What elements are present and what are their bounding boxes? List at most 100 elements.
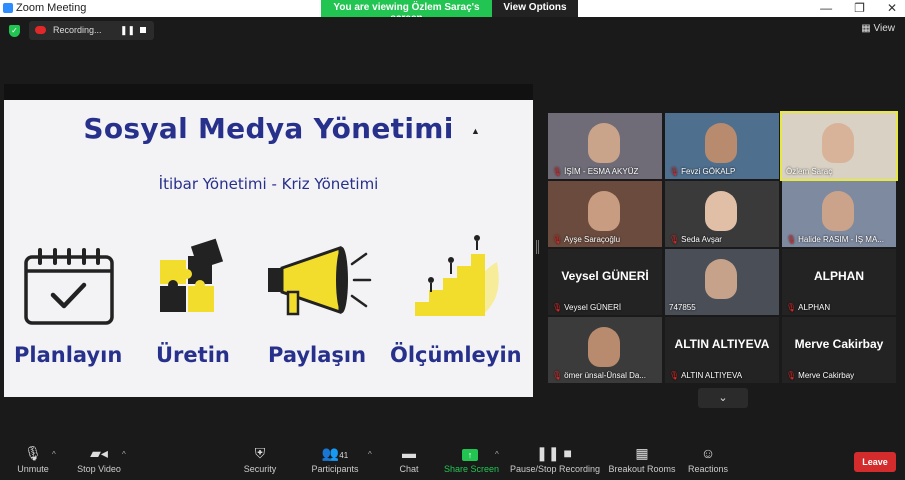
participant-display-name: ALTIN ALTIYEVA — [674, 337, 770, 351]
participant-name: 🎙 İŞİM - ESMA AKYÜZ — [552, 167, 639, 176]
audio-options-caret[interactable]: ^ — [52, 450, 56, 459]
calendar-check-icon — [24, 248, 114, 325]
unmute-button[interactable]: 🎙 Unmute — [14, 444, 52, 474]
mic-muted-icon: 🎙 — [24, 445, 42, 461]
mic-muted-icon: 🎙 — [786, 235, 797, 244]
participant-tile[interactable]: 🎙 Ayşe Saraçoğlu — [548, 181, 662, 247]
mic-muted-icon: 🎙 — [669, 235, 680, 244]
close-button[interactable]: ✕ — [887, 0, 897, 17]
window-title: Zoom Meeting — [16, 2, 87, 14]
participant-face — [705, 123, 737, 163]
mic-muted-icon: 🎙 — [669, 167, 680, 176]
pause-stop-icon: ❚❚ ■ — [536, 445, 572, 461]
participant-face — [705, 259, 737, 299]
pause-recording-icon[interactable]: ❚❚ — [120, 25, 135, 36]
participants-label: Participants — [311, 464, 359, 474]
unmute-label: Unmute — [17, 464, 49, 474]
slide-label-share: Paylaşın — [268, 343, 367, 367]
participant-name: 🎙 Seda Avşar — [669, 235, 722, 244]
mic-muted-icon: 🎙 — [552, 371, 563, 380]
participant-name: 🎙 ALPHAN — [786, 303, 831, 312]
share-screen-label: Share Screen — [444, 464, 500, 474]
zoom-app-icon — [3, 3, 13, 13]
view-layout-button[interactable]: ▦ View — [861, 23, 895, 34]
stop-video-label: Stop Video — [77, 464, 121, 474]
participant-tile[interactable]: 🎙 İŞİM - ESMA AKYÜZ — [548, 113, 662, 179]
slide-subtitle: İtibar Yönetimi - Kriz Yönetimi — [158, 175, 379, 193]
mic-muted-icon: 🎙 — [552, 235, 563, 244]
leave-button[interactable]: Leave — [854, 452, 896, 472]
presentation-slide: Sosyal Medya Yönetimi İtibar Yönetimi - … — [4, 100, 533, 397]
smiley-icon: ☺ — [700, 445, 716, 461]
participant-name: 🎙 Merve Cakirbay — [786, 371, 855, 380]
gallery-next-page-button[interactable]: ⌄ — [698, 388, 748, 408]
participants-options-caret[interactable]: ^ — [368, 450, 372, 459]
participant-tile[interactable]: 🎙 Fevzi GÖKALP — [665, 113, 779, 179]
chat-button[interactable]: ▬ Chat — [396, 444, 422, 474]
recording-label: Recording... — [53, 25, 102, 35]
window-controls: — ❐ ✕ — [820, 0, 897, 17]
pause-stop-recording-button[interactable]: ❚❚ ■ Pause/Stop Recording — [510, 444, 600, 474]
participant-tile[interactable]: 🎙 Seda Avşar — [665, 181, 779, 247]
participant-name: 🎙 Ayşe Saraçoğlu — [552, 235, 621, 244]
share-screen-button[interactable]: ↑ Share Screen — [444, 444, 500, 474]
share-screen-icon: ↑ — [462, 449, 478, 461]
mouse-cursor-icon: ▲ — [471, 126, 480, 136]
participant-tile[interactable]: ALTIN ALTIYEVA 🎙 ALTIN ALTIYEVA — [665, 317, 779, 383]
meeting-toolbar: 🎙 Unmute ^ ▰◂ Stop Video ^ ⛨ Security 👥4… — [0, 440, 905, 480]
encryption-shield-icon[interactable]: ✓ — [9, 25, 20, 37]
breakout-rooms-label: Breakout Rooms — [608, 464, 676, 474]
reactions-button[interactable]: ☺ Reactions — [688, 444, 728, 474]
participant-tile[interactable]: 747855 — [665, 249, 779, 315]
slide-label-produce: Üretin — [156, 343, 230, 367]
participant-face — [588, 191, 620, 231]
panel-splitter[interactable] — [536, 240, 539, 254]
participant-tile[interactable]: 🎙 ömer ünsal-Ünsal Da... — [548, 317, 662, 383]
participant-name: Özlem Saraç — [786, 167, 833, 176]
meeting-topbar: ✓ Recording... ❚❚ ▦ View — [0, 17, 905, 45]
participant-tile[interactable]: ALPHAN 🎙 ALPHAN — [782, 249, 896, 315]
security-button[interactable]: ⛨ Security — [242, 444, 278, 474]
participant-face — [588, 327, 620, 367]
participant-display-name: ALPHAN — [814, 269, 864, 283]
camera-icon: ▰◂ — [90, 445, 108, 461]
participant-face — [588, 123, 620, 163]
breakout-rooms-button[interactable]: ▦ Breakout Rooms — [608, 444, 676, 474]
participant-tile[interactable]: Merve Cakirbay 🎙 Merve Cakirbay — [782, 317, 896, 383]
reactions-label: Reactions — [688, 464, 729, 474]
cloud-record-icon — [35, 26, 46, 34]
share-banner: You are viewing Özlem Saraç's screen Vie… — [321, 0, 578, 24]
participant-display-name: Merve Cakirbay — [794, 337, 884, 351]
chat-label: Chat — [399, 464, 419, 474]
stop-recording-icon[interactable] — [140, 27, 146, 33]
mic-muted-icon: 🎙 — [669, 371, 680, 380]
participant-tile[interactable]: Veysel GÜNERİ 🎙 Veysel GÜNERİ — [548, 249, 662, 315]
minimize-button[interactable]: — — [820, 0, 832, 17]
mic-muted-icon: 🎙 — [552, 303, 563, 312]
participant-name: 🎙 ALTIN ALTIYEVA — [669, 371, 743, 380]
share-options-caret[interactable]: ^ — [495, 450, 499, 459]
megaphone-icon — [268, 245, 372, 316]
breakout-grid-icon: ▦ — [635, 445, 649, 461]
participant-count: 41 — [339, 451, 349, 460]
growth-stairs-icon — [415, 235, 499, 316]
participant-name: 🎙 Veysel GÜNERİ — [552, 303, 622, 312]
participant-display-name: Veysel GÜNERİ — [561, 269, 649, 283]
restore-button[interactable]: ❐ — [854, 0, 865, 17]
puzzle-icon — [160, 238, 224, 312]
participant-tile[interactable]: 🎙 Halide RASIM - İŞ MA... — [782, 181, 896, 247]
participant-name: 747855 — [669, 303, 696, 312]
slide-label-plan: Planlayın — [14, 343, 123, 367]
view-options-button[interactable]: View Options ⌄ — [492, 0, 578, 24]
viewing-screen-label: You are viewing Özlem Saraç's screen — [321, 0, 492, 24]
slide-label-measure: Ölçümleyin — [390, 343, 522, 367]
participants-icon: 👥41 — [321, 445, 349, 461]
participants-button[interactable]: 👥41 Participants — [310, 444, 360, 474]
mic-muted-icon: 🎙 — [552, 167, 563, 176]
participant-tile[interactable]: Özlem Saraç — [780, 111, 898, 181]
video-options-caret[interactable]: ^ — [122, 450, 126, 459]
participant-name: 🎙 Halide RASIM - İŞ MA... — [786, 235, 884, 244]
shield-icon: ⛨ — [254, 445, 266, 461]
security-label: Security — [243, 464, 277, 474]
stop-video-button[interactable]: ▰◂ Stop Video — [74, 444, 124, 474]
